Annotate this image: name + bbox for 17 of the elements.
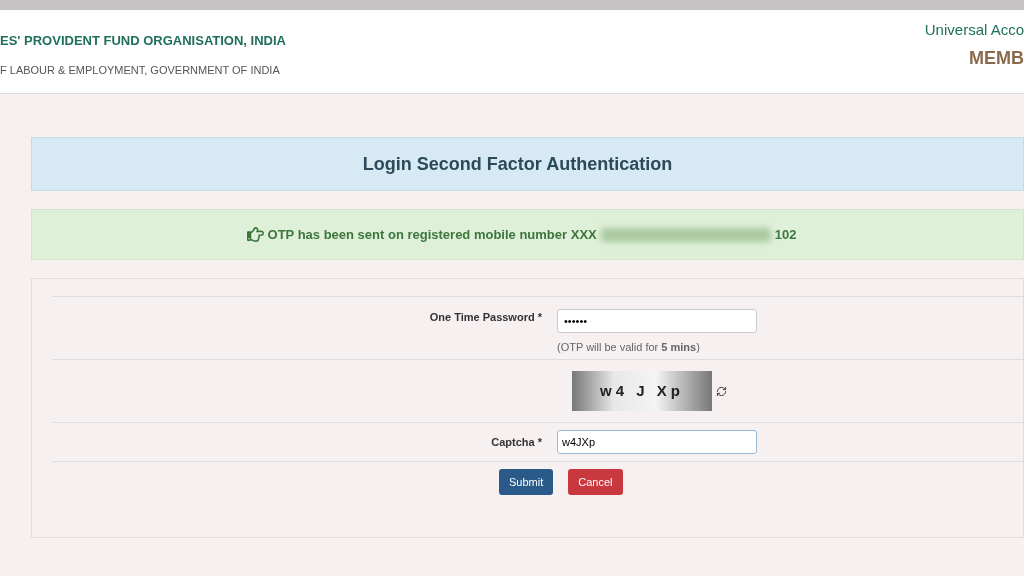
otp-field[interactable]: ••••••: [557, 309, 757, 333]
pointing-hand-icon: [246, 226, 264, 243]
submit-button[interactable]: Submit: [499, 469, 554, 495]
captcha-field[interactable]: w4JXp: [557, 430, 757, 454]
panel-title: Login Second Factor Authentication: [362, 152, 673, 176]
otp-label: One Time Password *: [428, 310, 543, 325]
captcha-label: Captcha *: [490, 434, 543, 450]
cancel-button[interactable]: Cancel: [568, 469, 623, 495]
alert-message: OTP has been sent on registered mobile number XXX: [267, 225, 597, 244]
ministry-name: F LABOUR & EMPLOYMENT, GOVERNMENT OF INDIA: [0, 63, 281, 78]
organisation-name: ES' PROVIDENT FUND ORGANISATION, INDIA: [0, 31, 286, 50]
refresh-icon[interactable]: [716, 385, 727, 397]
portal-subtitle: MEMB: [969, 47, 1024, 71]
otp-hint: (OTP will be valid for 5 mins): [557, 340, 701, 355]
captcha-text: w4 J Xp: [600, 380, 684, 401]
portal-title: Universal Acco: [924, 19, 1024, 40]
alert-message-end: 102: [774, 225, 797, 244]
